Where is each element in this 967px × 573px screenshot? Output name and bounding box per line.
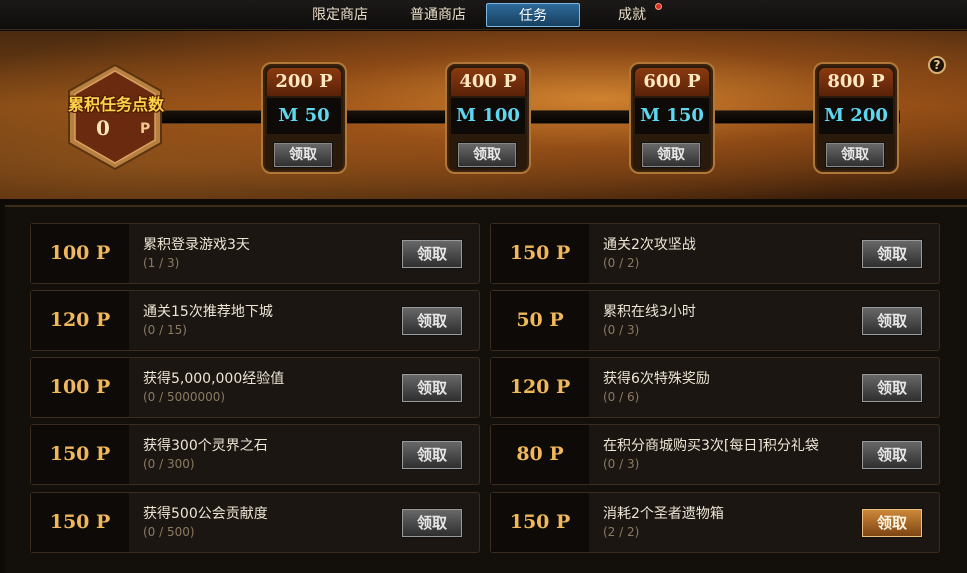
milestone-reward: M 100	[451, 98, 525, 134]
task-title: 累积在线3小时	[603, 304, 696, 320]
task-claim-button[interactable]: 领取	[401, 508, 463, 538]
tab-normal-shop[interactable]: 普通商店	[402, 3, 474, 27]
task-progress: (0 / 2)	[603, 256, 640, 270]
task-row: 150 P 消耗2个圣者遗物箱 (2 / 2) 领取	[490, 492, 940, 553]
task-points: 150 P	[491, 224, 589, 283]
milestone-reward: M 50	[267, 98, 341, 134]
task-points: 80 P	[491, 425, 589, 484]
task-claim-button[interactable]: 领取	[861, 373, 923, 403]
task-claim-button[interactable]: 领取	[861, 440, 923, 470]
tab-bar: 限定商店 普通商店 任务 成就	[0, 0, 967, 30]
milestone-claim-button[interactable]: 领取	[825, 142, 885, 168]
task-title: 获得5,000,000经验值	[143, 371, 285, 387]
task-progress: (0 / 3)	[603, 323, 640, 337]
task-row: 150 P 通关2次攻坚战 (0 / 2) 领取	[490, 223, 940, 284]
task-claim-button[interactable]: 领取	[861, 306, 923, 336]
task-title: 获得6次特殊奖励	[603, 371, 710, 387]
task-row: 50 P 累积在线3小时 (0 / 3) 领取	[490, 290, 940, 351]
task-row: 100 P 累积登录游戏3天 (1 / 3) 领取	[30, 223, 480, 284]
milestone-card: 800 P M 200 领取	[813, 62, 899, 174]
task-claim-button[interactable]: 领取	[401, 373, 463, 403]
task-points: 150 P	[491, 493, 589, 552]
task-title: 获得300个灵界之石	[143, 438, 268, 454]
task-title: 获得500公会贡献度	[143, 506, 268, 522]
task-claim-button[interactable]: 领取	[401, 440, 463, 470]
task-title: 消耗2个圣者遗物箱	[603, 506, 724, 522]
task-points: 120 P	[491, 358, 589, 417]
task-title: 通关15次推荐地下城	[143, 304, 273, 320]
total-points-value: 0	[96, 116, 110, 140]
task-title: 在积分商城购买3次[每日]积分礼袋	[603, 438, 819, 454]
milestone-points: 600 P	[635, 68, 709, 96]
task-progress: (0 / 500)	[143, 525, 195, 539]
milestone-claim-button[interactable]: 领取	[457, 142, 517, 168]
task-progress: (0 / 15)	[143, 323, 187, 337]
task-points: 150 P	[31, 493, 129, 552]
milestone-points: 800 P	[819, 68, 893, 96]
milestone-claim-button[interactable]: 领取	[273, 142, 333, 168]
task-claim-button[interactable]: 领取	[861, 508, 923, 538]
milestone-points: 400 P	[451, 68, 525, 96]
milestone-reward: M 200	[819, 98, 893, 134]
task-claim-button[interactable]: 领取	[861, 239, 923, 269]
milestone-claim-button[interactable]: 领取	[641, 142, 701, 168]
tab-achievements[interactable]: 成就	[608, 3, 656, 27]
tab-limited-shop[interactable]: 限定商店	[304, 3, 376, 27]
achievement-alert-icon	[655, 3, 662, 10]
total-points-unit: P	[140, 121, 151, 137]
task-points: 120 P	[31, 291, 129, 350]
task-row: 120 P 通关15次推荐地下城 (0 / 15) 领取	[30, 290, 480, 351]
task-progress: (2 / 2)	[603, 525, 640, 539]
task-title: 累积登录游戏3天	[143, 237, 250, 253]
task-progress: (0 / 6)	[603, 390, 640, 404]
milestone-card: 200 P M 50 领取	[261, 62, 347, 174]
task-progress: (1 / 3)	[143, 256, 180, 270]
task-row: 150 P 获得300个灵界之石 (0 / 300) 领取	[30, 424, 480, 485]
help-icon[interactable]: ?	[928, 56, 946, 74]
task-progress: (0 / 300)	[143, 457, 195, 471]
milestone-points: 200 P	[267, 68, 341, 96]
task-points: 100 P	[31, 358, 129, 417]
task-claim-button[interactable]: 领取	[401, 239, 463, 269]
task-progress: (0 / 3)	[603, 457, 640, 471]
tab-tasks[interactable]: 任务	[486, 3, 580, 27]
task-row: 80 P 在积分商城购买3次[每日]积分礼袋 (0 / 3) 领取	[490, 424, 940, 485]
total-points-title: 累积任务点数	[67, 95, 164, 114]
task-points: 150 P	[31, 425, 129, 484]
task-title: 通关2次攻坚战	[603, 237, 696, 253]
task-claim-button[interactable]: 领取	[401, 306, 463, 336]
milestone-card: 400 P M 100 领取	[445, 62, 531, 174]
task-row: 150 P 获得500公会贡献度 (0 / 500) 领取	[30, 492, 480, 553]
milestone-reward: M 150	[635, 98, 709, 134]
task-points: 100 P	[31, 224, 129, 283]
task-progress: (0 / 5000000)	[143, 390, 226, 404]
total-points-hexagon	[66, 63, 164, 171]
task-points: 50 P	[491, 291, 589, 350]
task-row: 120 P 获得6次特殊奖励 (0 / 6) 领取	[490, 357, 940, 418]
milestone-card: 600 P M 150 领取	[629, 62, 715, 174]
task-row: 100 P 获得5,000,000经验值 (0 / 5000000) 领取	[30, 357, 480, 418]
